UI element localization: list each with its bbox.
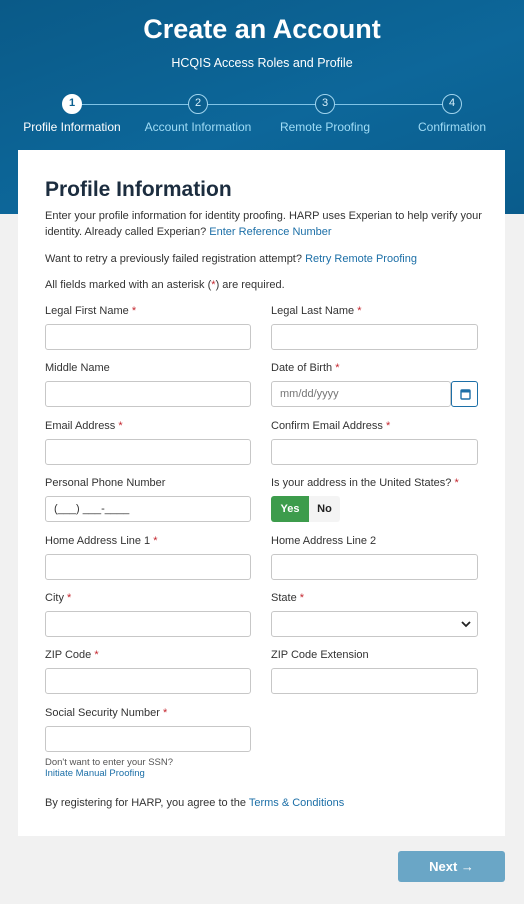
last-name-input[interactable] xyxy=(271,324,478,350)
calendar-button[interactable] xyxy=(451,381,478,407)
ssn-input[interactable] xyxy=(45,726,251,752)
middle-name-label: Middle Name xyxy=(45,362,110,374)
address1-input[interactable] xyxy=(45,554,251,580)
form-title: Profile Information xyxy=(45,178,232,201)
required-note: All fields marked with an asterisk (*) a… xyxy=(45,279,285,291)
intro-text: Enter your profile information for ident… xyxy=(45,210,482,238)
step-confirmation: 4 Confirmation xyxy=(387,94,517,134)
first-name-label: Legal First Name * xyxy=(45,305,137,317)
city-input[interactable] xyxy=(45,611,251,637)
dob-input[interactable] xyxy=(271,381,451,407)
dob-label: Date of Birth * xyxy=(271,362,340,374)
step-label: Account Information xyxy=(144,120,252,134)
step-label: Confirmation xyxy=(417,120,487,134)
state-label: State * xyxy=(271,592,305,604)
zip-ext-input[interactable] xyxy=(271,668,478,694)
retry-text: Want to retry a previously failed regist… xyxy=(45,253,417,265)
step-number: 2 xyxy=(188,94,208,114)
state-select[interactable] xyxy=(271,611,478,637)
step-account-information: 2 Account Information xyxy=(133,94,263,134)
address2-label: Home Address Line 2 xyxy=(271,535,377,547)
zip-ext-label: ZIP Code Extension xyxy=(271,649,369,661)
next-button[interactable]: Next → xyxy=(398,851,505,882)
address1-label: Home Address Line 1 * xyxy=(45,535,158,547)
arrow-right-icon: → xyxy=(460,859,474,874)
phone-label: Personal Phone Number xyxy=(45,477,166,489)
step-label: Remote Proofing xyxy=(279,120,371,134)
step-remote-proofing: 3 Remote Proofing xyxy=(260,94,390,134)
step-number: 4 xyxy=(442,94,462,114)
first-name-input[interactable] xyxy=(45,324,251,350)
step-label: Profile Information xyxy=(23,120,121,134)
calendar-icon xyxy=(460,389,471,400)
terms-conditions-link[interactable]: Terms & Conditions xyxy=(249,797,344,809)
zip-input[interactable] xyxy=(45,668,251,694)
retry-remote-proofing-link[interactable]: Retry Remote Proofing xyxy=(305,253,417,265)
us-address-yes-button[interactable]: Yes xyxy=(271,496,309,522)
step-number: 3 xyxy=(315,94,335,114)
email-input[interactable] xyxy=(45,439,251,465)
step-number: 1 xyxy=(62,94,82,114)
us-address-label: Is your address in the United States? * xyxy=(271,477,459,489)
city-label: City * xyxy=(45,592,72,604)
zip-label: ZIP Code * xyxy=(45,649,99,661)
step-profile-information: 1 Profile Information xyxy=(7,94,137,134)
confirm-email-label: Confirm Email Address * xyxy=(271,420,391,432)
initiate-manual-proofing-link[interactable]: Initiate Manual Proofing xyxy=(45,768,145,780)
address2-input[interactable] xyxy=(271,554,478,580)
chevron-down-icon xyxy=(461,621,471,628)
terms-text: By registering for HARP, you agree to th… xyxy=(45,797,345,809)
ssn-label: Social Security Number * xyxy=(45,707,168,719)
profile-form-card: Profile Information Enter your profile i… xyxy=(18,150,505,836)
enter-reference-number-link[interactable]: Enter Reference Number xyxy=(209,226,331,238)
us-address-no-button[interactable]: No xyxy=(309,496,340,522)
phone-input[interactable] xyxy=(45,496,251,522)
page-title: Create an Account xyxy=(143,14,381,44)
email-label: Email Address * xyxy=(45,420,123,432)
confirm-email-input[interactable] xyxy=(271,439,478,465)
page-subtitle: HCQIS Access Roles and Profile xyxy=(171,56,353,70)
last-name-label: Legal Last Name * xyxy=(271,305,362,317)
middle-name-input[interactable] xyxy=(45,381,251,407)
